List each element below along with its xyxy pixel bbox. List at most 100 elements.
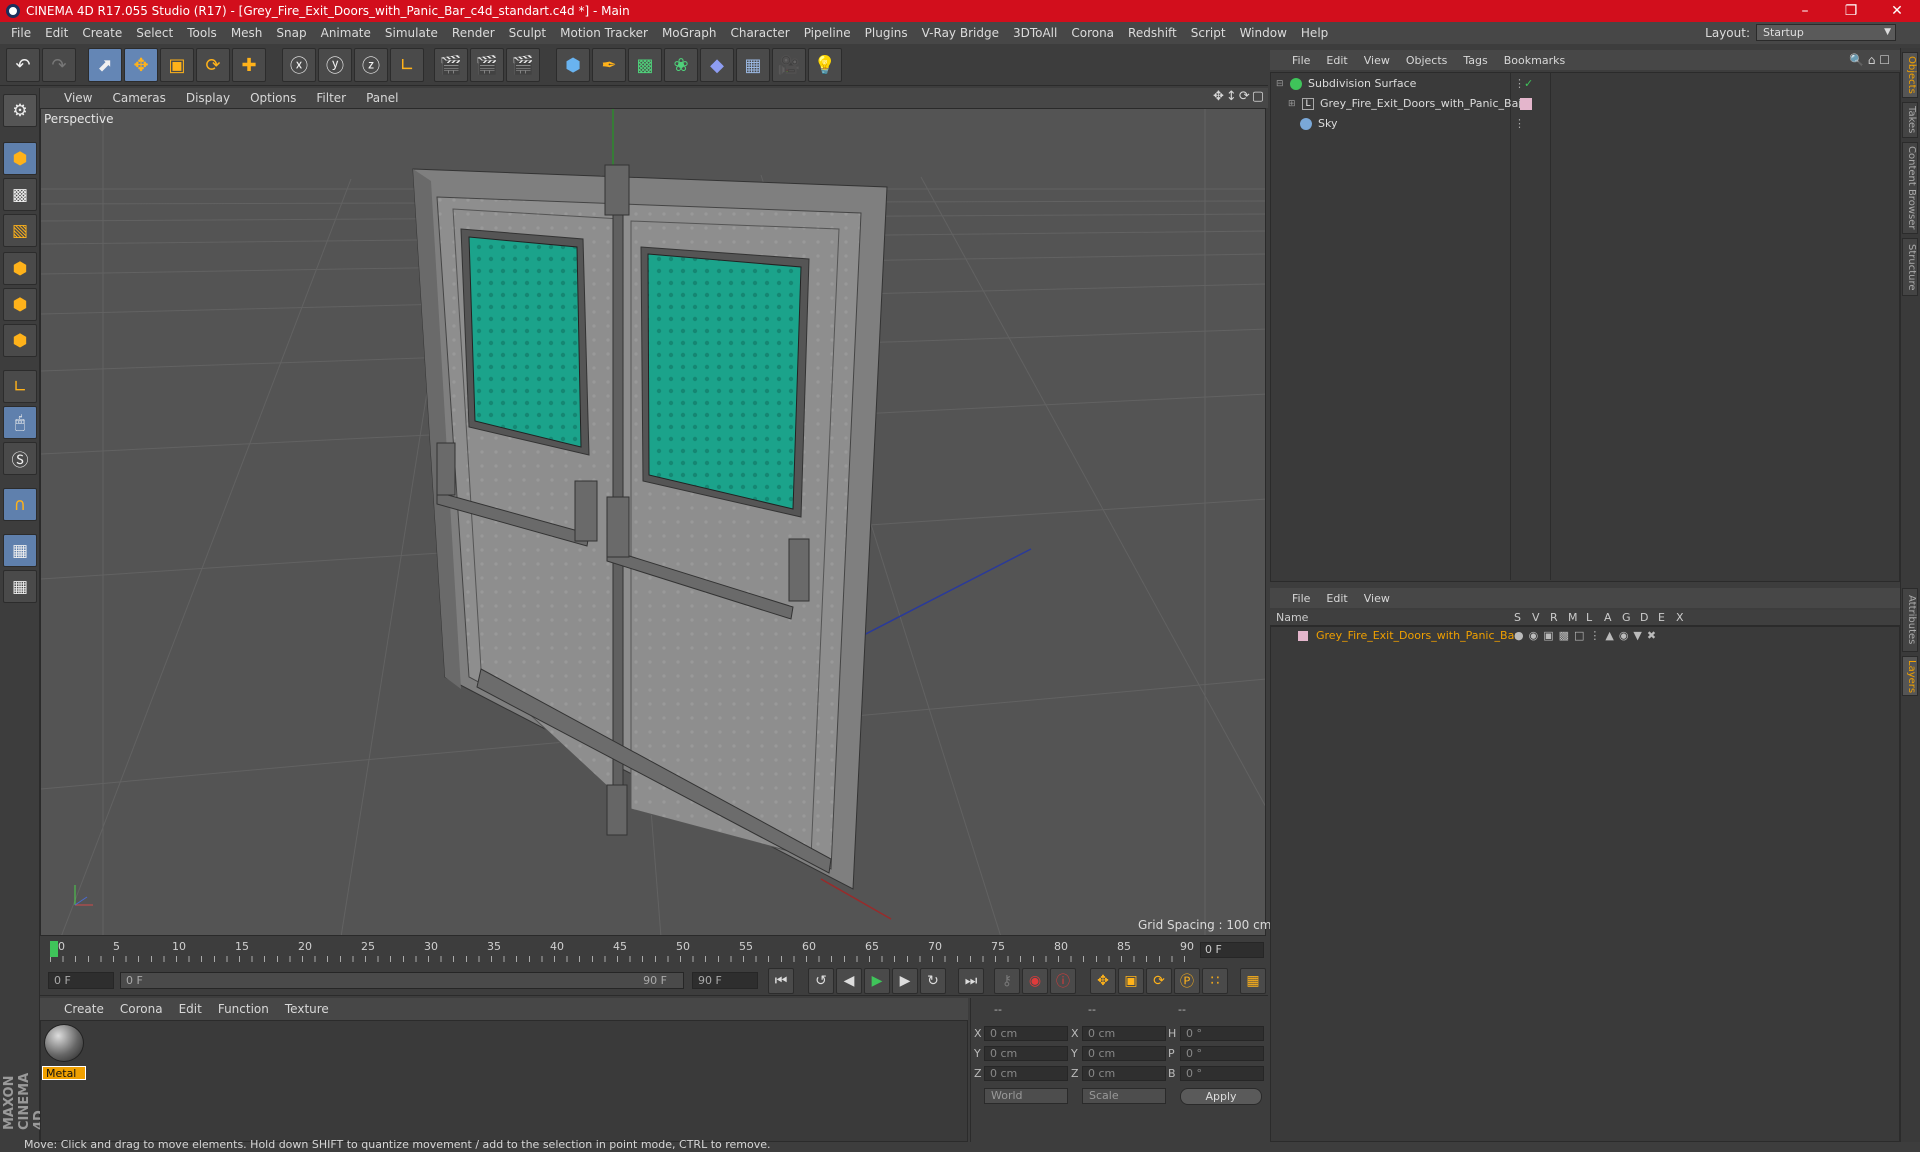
visibility-dots-icon[interactable]: ⋮ [1514, 117, 1525, 130]
layer-col-a[interactable]: A [1604, 611, 1612, 624]
redo-button[interactable]: ↷ [42, 48, 76, 82]
minimize-icon[interactable]: – [1782, 0, 1828, 22]
layer-color-swatch[interactable] [1520, 97, 1532, 110]
material-preview-metal[interactable] [44, 1024, 84, 1062]
y-axis-button[interactable]: ⓨ [318, 48, 352, 82]
obj-menu-edit[interactable]: Edit [1318, 54, 1355, 67]
menu-pipeline[interactable]: Pipeline [797, 26, 858, 40]
add-floor-button[interactable]: ▦ [736, 48, 770, 82]
layout-select[interactable]: Startup ▼ [1756, 24, 1896, 41]
layer-col-e[interactable]: E [1658, 611, 1665, 624]
rotation-p-field[interactable]: 0 ° [1180, 1046, 1264, 1061]
layer-menu-file[interactable]: File [1284, 592, 1318, 605]
menu-tools[interactable]: Tools [180, 26, 224, 40]
menu-mesh[interactable]: Mesh [224, 26, 270, 40]
add-mograph-button[interactable]: ❀ [664, 48, 698, 82]
mat-menu-function[interactable]: Function [210, 1002, 277, 1016]
vp-menu-filter[interactable]: Filter [306, 91, 356, 105]
obj-menu-file[interactable]: File [1284, 54, 1318, 67]
rotation-h-field[interactable]: 0 ° [1180, 1026, 1264, 1041]
menu-create[interactable]: Create [75, 26, 129, 40]
position-x-field[interactable]: 0 cm [984, 1026, 1068, 1041]
render-settings-button[interactable]: 🎬 [506, 48, 540, 82]
render-picture-viewer-button[interactable]: 🎬 [470, 48, 504, 82]
add-camera-button[interactable]: 🎥 [772, 48, 806, 82]
menu-vray-bridge[interactable]: V-Ray Bridge [915, 26, 1006, 40]
menu-simulate[interactable]: Simulate [378, 26, 445, 40]
solo-button[interactable]: Ⓢ [3, 442, 37, 475]
position-y-field[interactable]: 0 cm [984, 1046, 1068, 1061]
render-view-button[interactable]: 🎬 [434, 48, 468, 82]
size-z-field[interactable]: 0 cm [1082, 1066, 1166, 1081]
points-mode-button[interactable]: ⬢ [3, 252, 37, 285]
tab-structure[interactable]: Structure [1902, 238, 1918, 296]
material-name-label[interactable]: Metal [42, 1066, 86, 1080]
add-light-button[interactable]: 💡 [808, 48, 842, 82]
add-cube-button[interactable]: ⬢ [556, 48, 590, 82]
move-tool-button[interactable]: ✥ [124, 48, 158, 82]
polygons-mode-button[interactable]: ⬢ [3, 324, 37, 357]
layer-name[interactable]: Grey_Fire_Exit_Doors_with_Panic_Bar [1316, 629, 1519, 642]
coordinate-system-button[interactable]: ∟ [390, 48, 424, 82]
mat-menu-edit[interactable]: Edit [171, 1002, 210, 1016]
menu-select[interactable]: Select [129, 26, 180, 40]
layer-col-name[interactable]: Name [1276, 611, 1308, 624]
layer-col-x[interactable]: X [1676, 611, 1684, 624]
layer-col-r[interactable]: R [1550, 611, 1558, 624]
rotate-tool-button[interactable]: ⟳ [196, 48, 230, 82]
tree-toggle-icon[interactable]: ⊟ [1276, 79, 1286, 89]
snap-button[interactable]: ∩ [3, 488, 37, 521]
menu-plugins[interactable]: Plugins [858, 26, 915, 40]
record-active-button[interactable]: ◉ [1022, 968, 1048, 994]
menu-3dtoall[interactable]: 3DToAll [1006, 26, 1064, 40]
lock-workplane-button[interactable]: ▦ [3, 534, 37, 567]
menu-snap[interactable]: Snap [269, 26, 313, 40]
tweak-mode-button[interactable]: 🖱 [3, 406, 37, 439]
obj-menu-objects[interactable]: Objects [1398, 54, 1456, 67]
menu-mograph[interactable]: MoGraph [655, 26, 724, 40]
layer-color-swatch[interactable] [1298, 630, 1308, 641]
timeline-ruler[interactable]: 0 5 10 15 20 25 30 35 40 45 50 55 60 65 … [50, 940, 1194, 964]
close-icon[interactable]: ✕ [1874, 0, 1920, 22]
start-frame-field[interactable]: 0 F [48, 972, 114, 989]
viewport-navigation-icons[interactable]: ✥↕⟳▢ [1213, 89, 1266, 104]
key-scale-button[interactable]: ▣ [1118, 968, 1144, 994]
mat-menu-corona[interactable]: Corona [112, 1002, 171, 1016]
menu-help[interactable]: Help [1294, 26, 1335, 40]
x-axis-button[interactable]: ⓧ [282, 48, 316, 82]
layer-col-m[interactable]: M [1568, 611, 1578, 624]
autokey-button[interactable]: ⓘ [1050, 968, 1076, 994]
add-spline-button[interactable]: ✒ [592, 48, 626, 82]
workplane-mode-button[interactable]: ▧ [3, 214, 37, 247]
axis-mode-button[interactable]: ∟ [3, 370, 37, 403]
object-manager-nav-icons[interactable]: 🔍 ⌂ ☐ [1849, 53, 1890, 67]
tab-takes[interactable]: Takes [1902, 102, 1918, 138]
object-row[interactable]: Sky ⋮ [1272, 114, 1898, 133]
layer-row[interactable]: Grey_Fire_Exit_Doors_with_Panic_Bar ●◉▣▩… [1272, 626, 1898, 645]
vp-menu-panel[interactable]: Panel [356, 91, 408, 105]
menu-edit[interactable]: Edit [38, 26, 75, 40]
layer-col-d[interactable]: D [1640, 611, 1648, 624]
layer-col-s[interactable]: S [1514, 611, 1521, 624]
layer-col-v[interactable]: V [1532, 611, 1540, 624]
z-axis-button[interactable]: ⓩ [354, 48, 388, 82]
vp-menu-options[interactable]: Options [240, 91, 306, 105]
layer-toggle-icons[interactable]: ●◉▣▩□⋮▲◉▼✖ [1514, 629, 1661, 642]
next-key-button[interactable]: ↻ [920, 968, 946, 994]
add-subdivision-button[interactable]: ▩ [628, 48, 662, 82]
undo-button[interactable]: ↶ [6, 48, 40, 82]
apply-button[interactable]: Apply [1180, 1088, 1262, 1105]
texture-mode-button[interactable]: ▩ [3, 178, 37, 211]
transform-tool-button[interactable]: ✚ [232, 48, 266, 82]
go-to-start-button[interactable]: ⏮ [768, 968, 794, 994]
menu-script[interactable]: Script [1184, 26, 1233, 40]
layer-col-l[interactable]: L [1586, 611, 1592, 624]
menu-window[interactable]: Window [1233, 26, 1294, 40]
layer-menu-view[interactable]: View [1356, 592, 1398, 605]
tab-objects[interactable]: Objects [1902, 52, 1918, 98]
mat-menu-texture[interactable]: Texture [277, 1002, 337, 1016]
add-deformer-button[interactable]: ◆ [700, 48, 734, 82]
vp-menu-view[interactable]: View [54, 91, 102, 105]
obj-menu-bookmarks[interactable]: Bookmarks [1496, 54, 1573, 67]
key-parameter-button[interactable]: Ⓟ [1174, 968, 1200, 994]
